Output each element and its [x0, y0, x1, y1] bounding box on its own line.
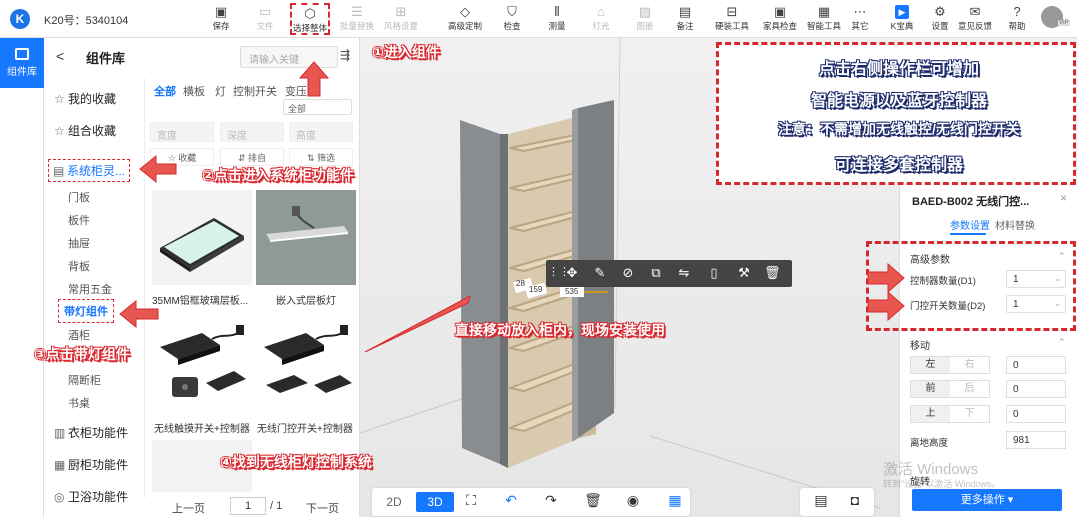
arrow-right-icon	[867, 290, 905, 322]
arrow-diagonal-icon	[364, 295, 471, 353]
arrow-up-icon	[298, 61, 330, 97]
arrow-right-icon	[867, 262, 905, 294]
annotation-arrows	[119, 61, 905, 353]
arrow-left-icon	[139, 154, 177, 184]
arrow-left-icon	[119, 299, 159, 329]
